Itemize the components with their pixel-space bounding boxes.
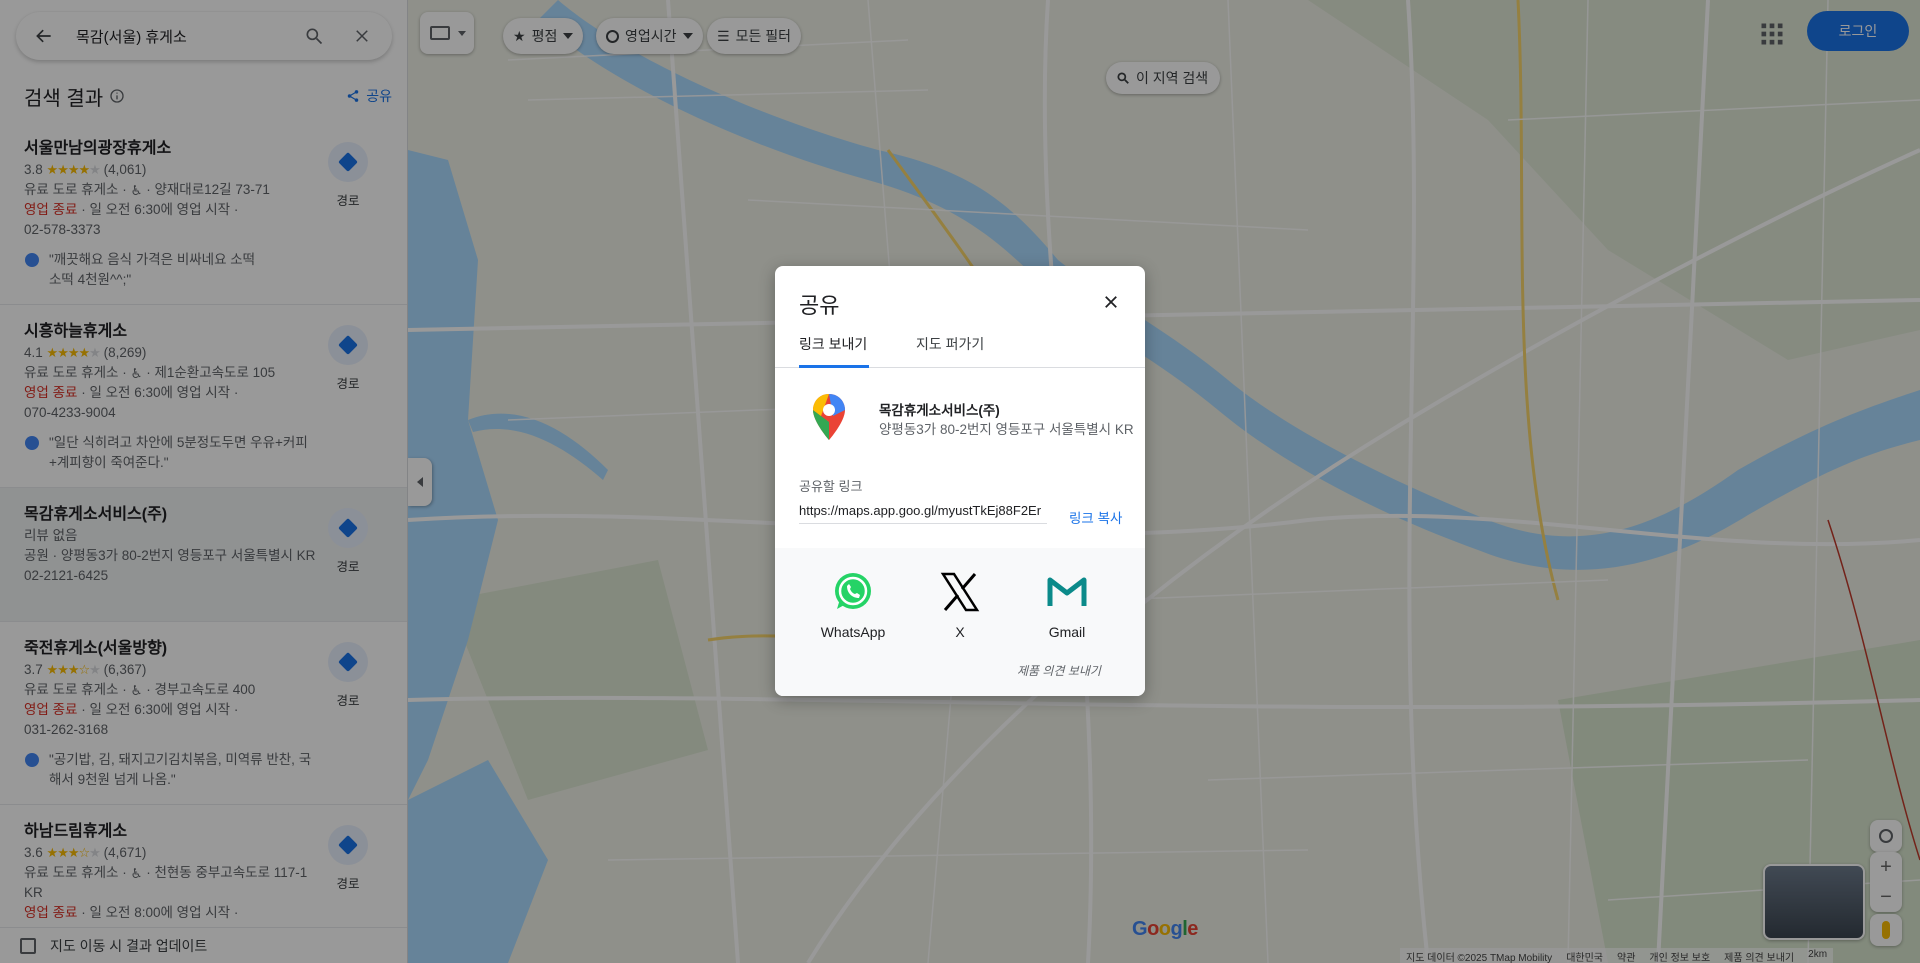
whatsapp-icon (831, 570, 875, 614)
send-feedback-link[interactable]: 제품 의견 보내기 (1017, 662, 1101, 679)
share-dialog: 공유 링크 보내기 지도 퍼가기 목감휴게소서비스(주) 양평동3가 80-2번… (775, 266, 1145, 696)
share-x-button[interactable]: X (920, 570, 1000, 640)
share-link-field[interactable] (799, 498, 1047, 524)
share-whatsapp-button[interactable]: WhatsApp (813, 570, 893, 640)
close-icon (1105, 296, 1117, 308)
link-label: 공유할 링크 (799, 479, 863, 494)
shared-place-address: 양평동3가 80-2번지 영등포구 서울특별시 KR (879, 422, 1134, 437)
shared-place-name: 목감휴게소서비스(주) (879, 403, 1000, 418)
copy-link-button[interactable]: 링크 복사 (1069, 507, 1122, 527)
share-option-label: Gmail (1048, 624, 1086, 640)
share-option-label: X (955, 624, 965, 640)
close-dialog-button[interactable] (1095, 286, 1127, 318)
tab-send-link[interactable]: 링크 보내기 (799, 328, 869, 368)
dialog-tabs: 링크 보내기 지도 퍼가기 (775, 328, 1145, 368)
dialog-title: 공유 (799, 293, 840, 318)
map-pin-icon (813, 394, 845, 440)
tab-embed-map[interactable]: 지도 퍼가기 (916, 328, 996, 368)
x-logo-icon (938, 570, 982, 614)
gmail-icon (1045, 570, 1089, 614)
share-gmail-button[interactable]: Gmail (1027, 570, 1107, 640)
share-option-label: WhatsApp (820, 624, 886, 640)
